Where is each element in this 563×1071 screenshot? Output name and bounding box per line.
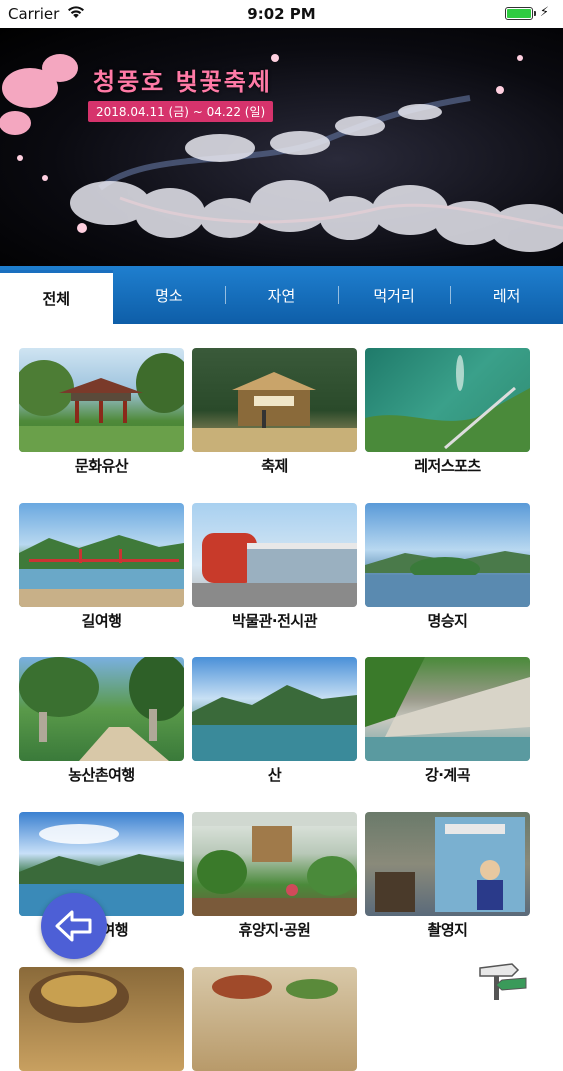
category-label: 길여행 [81,612,122,630]
category-label: 휴양지·공원 [238,921,311,939]
banner-title: 청풍호 벚꽃축제 [93,68,272,96]
tab-food[interactable]: 먹거리 [337,266,451,324]
category-tab-bar: 전체 명소 자연 먹거리 레저 [0,266,563,324]
scenic-island-image [365,503,530,607]
bridge-landscape-image [19,503,184,607]
category-card[interactable]: 명승지 [365,503,530,631]
category-card[interactable]: 박물관·전시관 [192,503,357,631]
category-card[interactable]: 축제 [192,348,357,476]
lake-aerial-image [365,348,530,452]
category-card[interactable]: 산 [192,657,357,785]
category-card[interactable]: 촬영지 [365,812,530,940]
category-label: 축제 [261,457,288,475]
lake-view-image [19,812,184,916]
festival-banner[interactable]: 청풍호 벚꽃축제 2018.04.11 (금) ~ 04.22 (일) [0,28,563,266]
category-label: 촬영지 [427,921,468,939]
category-label: 산 [267,766,282,784]
back-button[interactable] [41,893,107,959]
food-dish-image [19,967,184,1071]
food-table-image [192,967,357,1071]
category-card[interactable]: 문화유산 [19,348,184,476]
back-arrow-icon [55,910,92,942]
filming-location-image [365,812,530,916]
category-card[interactable]: 강·계곡 [365,657,530,785]
tab-leisure[interactable]: 레저 [450,266,563,324]
valley-stream-image [365,657,530,761]
category-label: 농산촌여행 [68,766,135,784]
village-path-image [19,657,184,761]
category-label: 문화유산 [74,457,129,475]
tab-attractions[interactable]: 명소 [113,266,226,324]
category-card[interactable] [192,967,357,1071]
category-card[interactable]: 레저스포츠 [365,348,530,476]
heritage-pavilion-image [19,348,184,452]
category-card[interactable]: 길여행 [19,503,184,631]
mountain-lake-image [192,657,357,761]
status-bar: Carrier 9:02 PM ⚡ [0,0,563,28]
banner-dates: 2018.04.11 (금) ~ 04.22 (일) [88,101,274,122]
category-card[interactable] [19,967,184,1071]
category-label: 레저스포츠 [414,457,481,475]
battery-icon [505,7,536,20]
tab-all[interactable]: 전체 [0,270,113,324]
clock: 9:02 PM [247,5,316,23]
museum-building-image [192,503,357,607]
category-card[interactable]: 농산촌여행 [19,657,184,785]
category-label: 박물관·전시관 [232,612,318,630]
festival-hut-image [192,348,357,452]
category-card[interactable]: 휴양지·공원 [192,812,357,940]
charging-icon: ⚡ [539,5,549,20]
greenhouse-garden-image [192,812,357,916]
category-label: 강·계곡 [424,766,471,784]
night-cherry-blossom-image [0,54,563,252]
tab-nature[interactable]: 자연 [225,266,338,324]
category-label: 명승지 [427,612,468,630]
signpost-icon[interactable] [472,962,532,1004]
